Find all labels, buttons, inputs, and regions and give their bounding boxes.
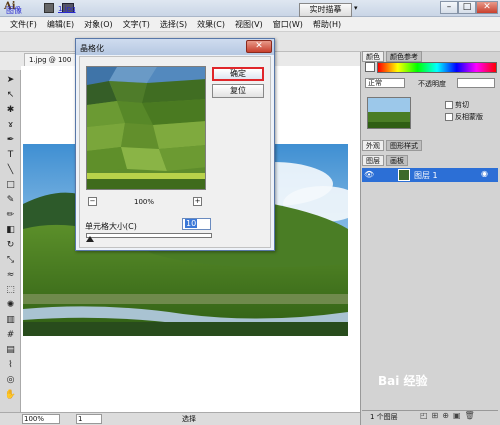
warp-tool-icon[interactable]: ≈: [4, 269, 17, 281]
invert-mask-label: 反相蒙版: [455, 113, 483, 121]
linked-file-link[interactable]: 1.jpg: [58, 5, 76, 13]
live-trace-button[interactable]: 实时描摹: [299, 3, 352, 17]
dialog-title: 晶格化: [80, 44, 104, 53]
status-bar: 100% 1 选择: [0, 412, 360, 425]
blend-mode-select[interactable]: 正常: [365, 78, 405, 88]
clip-label: 剪切: [455, 101, 469, 109]
free-transform-tool-icon[interactable]: ⬚: [4, 284, 17, 296]
layers-panel-buttons[interactable]: ◰⊞⊕▣🗑: [420, 411, 479, 420]
layer-name[interactable]: 图层 1: [414, 170, 438, 181]
menu-type[interactable]: 文字(T): [118, 17, 155, 31]
tab-color-guide[interactable]: 颜色参考: [386, 51, 422, 62]
maximize-button[interactable]: □: [458, 1, 476, 14]
magic-wand-tool-icon[interactable]: ✱: [4, 104, 17, 116]
lasso-tool-icon[interactable]: ɤ: [4, 119, 17, 131]
preview-zoom-label: 100%: [134, 198, 155, 206]
menu-bar: 文件(F) 编辑(E) 对象(O) 文字(T) 选择(S) 效果(C) 视图(V…: [0, 17, 500, 32]
visibility-eye-icon[interactable]: 👁: [364, 170, 374, 179]
blend-tool-icon[interactable]: ◎: [4, 374, 17, 386]
clip-checkbox[interactable]: [445, 101, 453, 109]
menu-object[interactable]: 对象(O): [79, 17, 118, 31]
ok-button[interactable]: 确定: [212, 67, 264, 81]
paintbrush-tool-icon[interactable]: ✎: [4, 194, 17, 206]
filter-preview[interactable]: [86, 66, 206, 190]
pencil-tool-icon[interactable]: ✏: [4, 209, 17, 221]
eyedropper-tool-icon[interactable]: ⌇: [4, 359, 17, 371]
zoom-in-button[interactable]: +: [193, 197, 202, 206]
tab-artboards[interactable]: 画板: [386, 155, 408, 166]
menu-edit[interactable]: 编辑(E): [42, 17, 79, 31]
slider-thumb[interactable]: [86, 236, 94, 242]
invert-mask-checkbox[interactable]: [445, 113, 453, 121]
color-spectrum[interactable]: [377, 62, 497, 73]
hand-tool-icon[interactable]: ✋: [4, 389, 17, 401]
reset-button[interactable]: 复位: [212, 84, 264, 98]
none-swatch-icon[interactable]: [365, 62, 375, 72]
menu-view[interactable]: 视图(V): [230, 17, 268, 31]
cell-size-label: 单元格大小(C): [85, 222, 137, 231]
appearance-panel-tabs: 外观 图形样式: [362, 140, 422, 151]
rectangle-tool-icon[interactable]: □: [4, 179, 17, 191]
tools-panel: ➤ ↖ ✱ ɤ ✒ T ╲ □ ✎ ✏ ◧ ↻ ⤡ ≈ ⬚ ✺ ▥ # ▤ ⌇ …: [0, 70, 21, 412]
artboard-select[interactable]: 1: [76, 414, 102, 424]
menu-help[interactable]: 帮助(H): [308, 17, 346, 31]
layers-panel-tabs: 图层 画板: [362, 155, 408, 166]
tab-layers[interactable]: 图层: [362, 155, 384, 166]
type-tool-icon[interactable]: T: [4, 149, 17, 161]
cell-size-input[interactable]: 10: [182, 218, 211, 230]
baidu-watermark: Bai 经验: [378, 374, 428, 388]
zoom-out-button[interactable]: −: [88, 197, 97, 206]
bridge-icon[interactable]: [44, 3, 54, 13]
graph-tool-icon[interactable]: ▥: [4, 314, 17, 326]
selection-type-label: 图像: [6, 6, 22, 15]
status-text: 选择: [182, 415, 196, 423]
line-tool-icon[interactable]: ╲: [4, 164, 17, 176]
menu-file[interactable]: 文件(F): [5, 17, 42, 31]
cell-size-value: 10: [185, 219, 198, 228]
rotate-tool-icon[interactable]: ↻: [4, 239, 17, 251]
dialog-close-button[interactable]: ✕: [246, 40, 272, 53]
layer-target-icon[interactable]: ◉: [481, 169, 488, 178]
menu-window[interactable]: 窗口(W): [268, 17, 308, 31]
eraser-tool-icon[interactable]: ◧: [4, 224, 17, 236]
selection-tool-icon[interactable]: ➤: [4, 74, 17, 86]
opacity-label: 不透明度: [418, 80, 446, 88]
tab-graphic-styles[interactable]: 图形样式: [386, 140, 422, 151]
color-panel-tabs: 颜色 颜色参考: [362, 51, 422, 62]
opacity-input[interactable]: [457, 78, 495, 88]
minimize-button[interactable]: –: [440, 1, 458, 14]
gradient-tool-icon[interactable]: ▤: [4, 344, 17, 356]
pen-tool-icon[interactable]: ✒: [4, 134, 17, 146]
mesh-tool-icon[interactable]: #: [4, 329, 17, 341]
menu-select[interactable]: 选择(S): [155, 17, 192, 31]
direct-selection-tool-icon[interactable]: ↖: [4, 89, 17, 101]
layer-thumbnail: [398, 169, 410, 181]
close-button[interactable]: ✕: [476, 1, 498, 14]
dialog-titlebar[interactable]: [76, 39, 274, 55]
cell-size-slider[interactable]: [86, 233, 212, 238]
scale-tool-icon[interactable]: ⤡: [4, 254, 17, 266]
zoom-select[interactable]: 100%: [22, 414, 60, 424]
tab-color[interactable]: 颜色: [362, 51, 384, 62]
menu-effect[interactable]: 效果(C): [192, 17, 230, 31]
chevron-down-icon[interactable]: ▾: [354, 4, 358, 12]
tab-appearance[interactable]: 外观: [362, 140, 384, 151]
symbol-sprayer-tool-icon[interactable]: ✺: [4, 299, 17, 311]
transparency-thumbnail: [367, 97, 411, 129]
